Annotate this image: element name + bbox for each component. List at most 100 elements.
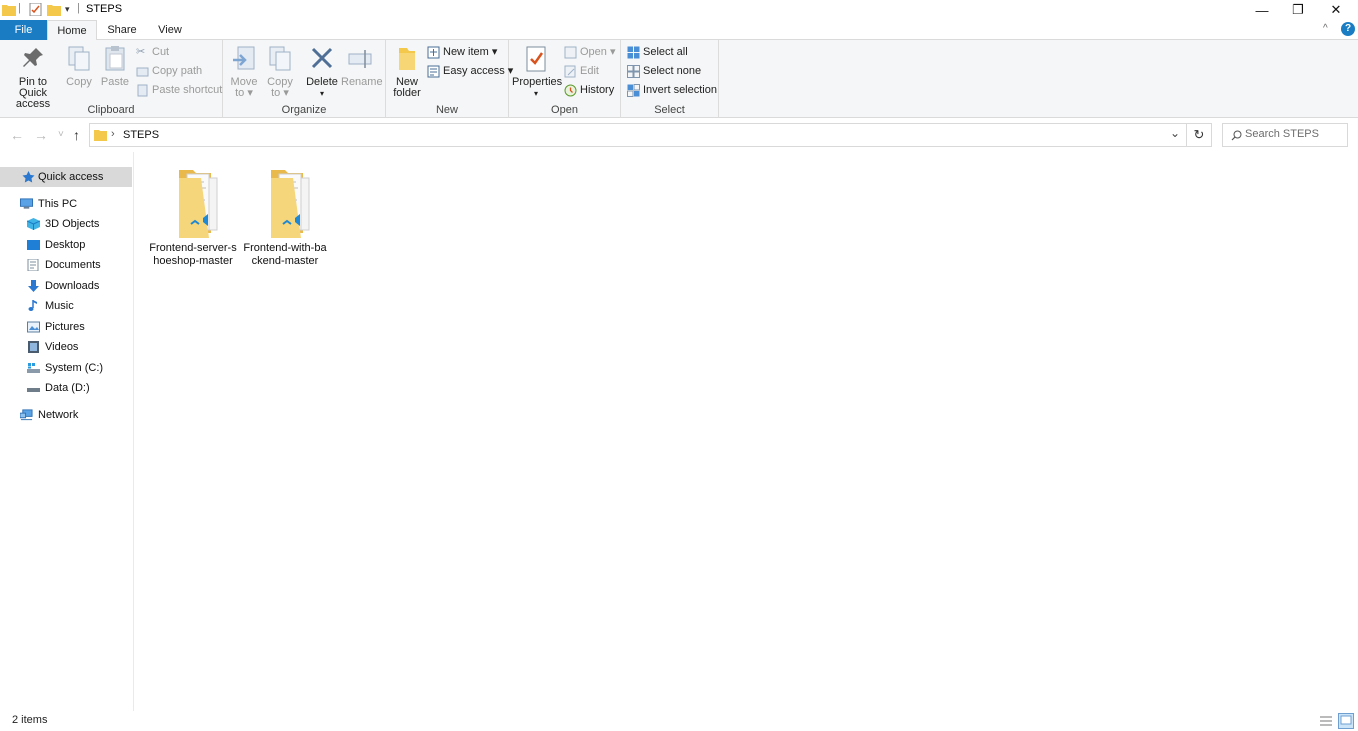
- nav-system-c[interactable]: System (C:): [0, 358, 132, 378]
- address-bar[interactable]: › STEPS ⌄: [89, 123, 1187, 147]
- invert-selection-button[interactable]: Invert selection: [627, 82, 717, 99]
- search-input[interactable]: [1245, 128, 1345, 140]
- nav-data-d-label: Data (D:): [45, 382, 90, 394]
- help-icon[interactable]: ?: [1341, 22, 1355, 36]
- restore-button[interactable]: ❐: [1278, 0, 1318, 20]
- copy-button[interactable]: Copy: [64, 44, 94, 88]
- copy-path-label: Copy path: [152, 65, 203, 77]
- paste-shortcut-label: Paste shortcut: [152, 84, 223, 96]
- search-box[interactable]: [1222, 123, 1348, 147]
- select-all-button[interactable]: Select all: [627, 44, 688, 61]
- properties-icon: [526, 46, 546, 72]
- up-arrow-icon[interactable]: ↑: [73, 127, 80, 143]
- pin-icon: [23, 48, 43, 67]
- breadcrumb-chevron-icon[interactable]: ›: [111, 128, 115, 140]
- nav-videos-label: Videos: [45, 341, 79, 353]
- folder-icon: [2, 5, 16, 16]
- collapse-ribbon-icon[interactable]: ^: [1323, 23, 1328, 34]
- nav-this-pc-label: This PC: [38, 198, 78, 210]
- edit-button[interactable]: Edit: [564, 63, 599, 80]
- new-item-button[interactable]: New item ▾: [427, 44, 497, 61]
- cut-button[interactable]: ✂ Cut: [136, 44, 169, 61]
- folder-name: Frontend-with-backend-master: [243, 242, 327, 267]
- tab-view[interactable]: View: [148, 20, 192, 40]
- cube-icon: [27, 218, 40, 230]
- nav-3d-objects[interactable]: 3D Objects: [0, 214, 132, 234]
- easy-access-button[interactable]: Easy access ▾: [427, 63, 513, 80]
- forward-arrow-icon[interactable]: →: [34, 127, 48, 143]
- organize-group: Move to ▾ Copy to ▾ Delete ▾ Rename Orga…: [223, 40, 386, 118]
- new-folder-icon[interactable]: [47, 3, 61, 16]
- nav-pictures[interactable]: Pictures: [0, 317, 132, 337]
- delete-button[interactable]: Delete ▾: [305, 44, 339, 99]
- nav-documents[interactable]: Documents: [0, 255, 132, 275]
- nav-desktop-label: Desktop: [45, 239, 86, 251]
- nav-videos[interactable]: Videos: [0, 337, 132, 357]
- folder-item[interactable]: Frontend-server-shoeshop-master: [149, 164, 237, 274]
- nav-downloads[interactable]: Downloads: [0, 276, 132, 296]
- move-to-label-2: to ▾: [235, 87, 253, 99]
- invert-selection-label: Invert selection: [643, 84, 717, 96]
- paste-shortcut-button[interactable]: Paste shortcut: [136, 82, 222, 99]
- copy-path-button[interactable]: Copy path: [136, 63, 202, 80]
- select-all-label: Select all: [643, 46, 688, 58]
- navigation-pane: Quick access This PC 3D Objects Desktop …: [0, 152, 134, 711]
- new-folder-label-2: folder: [393, 87, 421, 99]
- nav-this-pc[interactable]: This PC: [0, 194, 132, 214]
- pictures-icon: [27, 321, 40, 333]
- minimize-button[interactable]: —: [1242, 0, 1282, 20]
- copy-to-button[interactable]: Copy to ▾: [265, 44, 295, 99]
- folder-item[interactable]: Frontend-with-backend-master: [241, 164, 329, 274]
- new-item-label: New item: [443, 46, 489, 58]
- properties-button[interactable]: Properties ▾: [512, 44, 562, 99]
- nav-quick-access[interactable]: Quick access: [0, 167, 132, 187]
- download-arrow-icon: [28, 280, 39, 292]
- paste-button[interactable]: Paste: [99, 44, 131, 88]
- new-folder-button[interactable]: New folder: [390, 44, 424, 99]
- details-view-icon[interactable]: [1318, 713, 1334, 729]
- breadcrumb-steps[interactable]: STEPS: [123, 129, 159, 141]
- delete-label: Delete: [306, 76, 338, 88]
- select-group-label: Select: [654, 104, 685, 116]
- select-none-icon: [627, 65, 640, 78]
- nav-network-label: Network: [38, 409, 79, 421]
- large-icons-view-icon[interactable]: [1338, 713, 1354, 729]
- folder-name: Frontend-server-shoeshop-master: [149, 242, 237, 267]
- refresh-button[interactable]: ↻: [1187, 123, 1212, 147]
- properties-icon[interactable]: [29, 3, 43, 16]
- qat-customize-icon[interactable]: ▾: [65, 4, 70, 15]
- qat-separator: |: [77, 2, 80, 14]
- drive-icon: [27, 388, 40, 392]
- new-group: New folder New item ▾ Easy access ▾ New: [386, 40, 513, 118]
- rename-button[interactable]: Rename: [341, 44, 383, 88]
- tab-file[interactable]: File: [0, 20, 47, 40]
- nav-network[interactable]: Network: [0, 405, 132, 425]
- nav-desktop[interactable]: Desktop: [0, 235, 132, 255]
- open-label: Open: [580, 46, 607, 58]
- open-button[interactable]: Open ▾: [564, 44, 616, 61]
- nav-music[interactable]: Music: [0, 296, 132, 316]
- history-button[interactable]: History: [564, 82, 614, 99]
- close-button[interactable]: ✕: [1316, 0, 1356, 20]
- tab-share[interactable]: Share: [100, 20, 144, 40]
- select-none-button[interactable]: Select none: [627, 63, 701, 80]
- edit-icon: [564, 65, 576, 78]
- qat-separator: |: [18, 2, 21, 14]
- network-icon: [20, 409, 33, 421]
- nav-data-d[interactable]: Data (D:): [0, 378, 132, 398]
- tab-home[interactable]: Home: [47, 20, 97, 41]
- copy-to-icon: [269, 46, 291, 71]
- move-to-button[interactable]: Move to ▾: [229, 44, 259, 99]
- easy-access-label: Easy access: [443, 65, 505, 77]
- select-none-label: Select none: [643, 65, 702, 77]
- rename-icon: [348, 50, 372, 68]
- recent-locations-icon[interactable]: ˅: [58, 129, 64, 140]
- clipboard-group-label: Clipboard: [87, 104, 135, 116]
- new-group-label: New: [435, 104, 458, 116]
- computer-icon: [20, 198, 33, 209]
- select-group: Select all Select none Invert selection …: [621, 40, 719, 118]
- back-arrow-icon[interactable]: ←: [10, 127, 24, 143]
- pin-to-quick-access-button[interactable]: Pin to Quick access: [4, 44, 62, 110]
- edit-label: Edit: [580, 65, 599, 77]
- address-dropdown-icon[interactable]: ⌄: [1170, 126, 1180, 140]
